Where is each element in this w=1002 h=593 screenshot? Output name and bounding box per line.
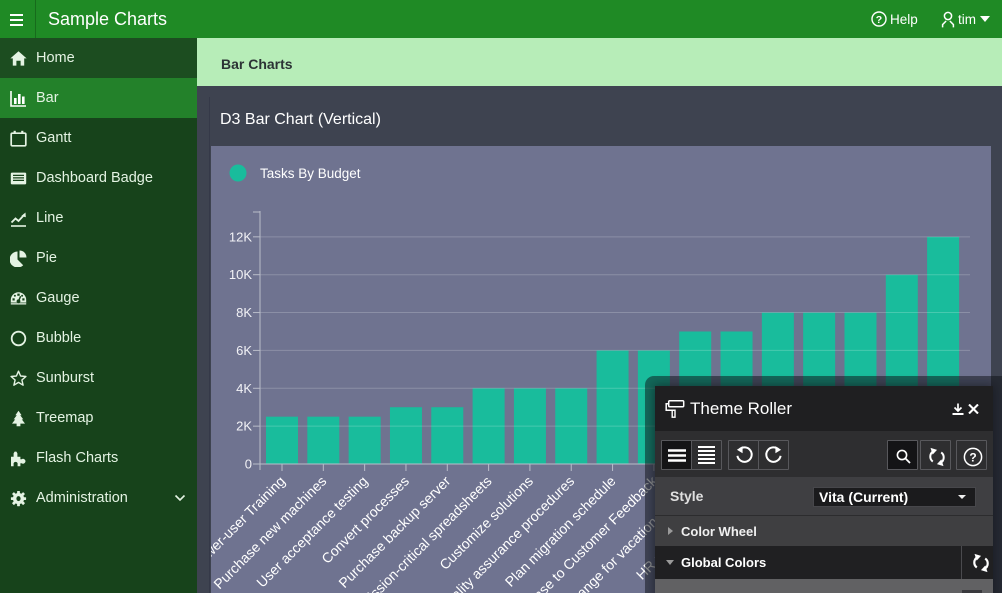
svg-text:6K: 6K bbox=[236, 343, 252, 358]
svg-text:2K: 2K bbox=[236, 419, 252, 434]
svg-text:10K: 10K bbox=[229, 267, 252, 282]
svg-text:0: 0 bbox=[245, 457, 252, 472]
svg-text:4K: 4K bbox=[236, 381, 252, 396]
svg-text:Tasks By Budget: Tasks By Budget bbox=[260, 166, 361, 181]
svg-text:12K: 12K bbox=[229, 229, 252, 244]
svg-text:?: ? bbox=[876, 14, 882, 26]
svg-text:?: ? bbox=[969, 451, 976, 465]
svg-text:8K: 8K bbox=[236, 305, 252, 320]
